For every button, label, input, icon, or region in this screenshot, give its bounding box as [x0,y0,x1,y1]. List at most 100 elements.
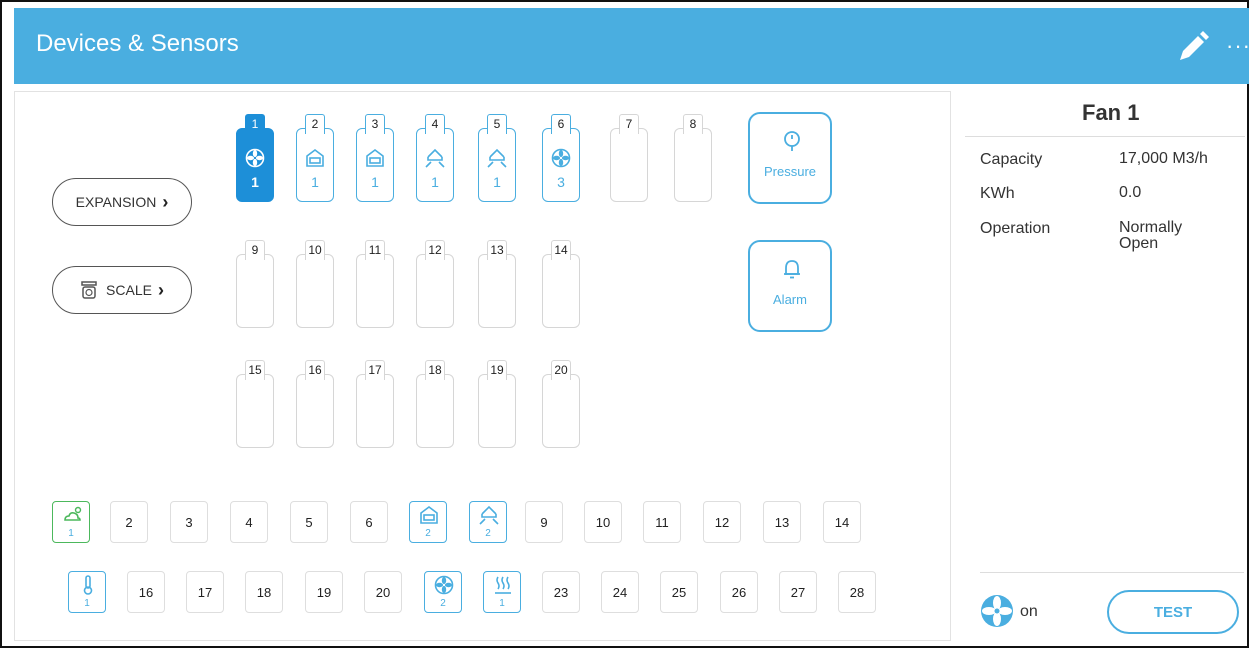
fan-status-icon [981,595,1013,627]
io-box[interactable]: 13 [763,501,801,543]
io-box[interactable]: 9 [525,501,563,543]
io-number: 24 [612,584,628,600]
io-number: 5 [305,514,313,530]
slot-body [356,374,394,448]
io-number: 19 [316,584,332,600]
slot-number: 4 [425,114,445,134]
io-box[interactable]: 27 [779,571,817,613]
slot-body [356,254,394,328]
io-box[interactable]: 25 [660,571,698,613]
device-slot[interactable]: 21 [296,114,334,202]
device-slot[interactable]: 51 [478,114,516,202]
io-number: 9 [540,514,548,530]
io-box[interactable]: 16 [127,571,165,613]
test-button[interactable]: TEST [1107,590,1239,634]
io-number: 18 [256,584,272,600]
expansion-button[interactable]: EXPANSION › [52,178,192,226]
io-box[interactable]: 20 [364,571,402,613]
io-box[interactable]: 28 [838,571,876,613]
io-box[interactable]: 3 [170,501,208,543]
device-slot[interactable]: 63 [542,114,580,202]
io-number: 11 [655,514,669,530]
slot-number: 13 [487,240,507,260]
io-number: 13 [774,514,790,530]
pressure-button[interactable]: Pressure [748,112,832,204]
device-slot[interactable]: 14 [542,240,580,328]
device-slot[interactable]: 10 [296,240,334,328]
device-slot[interactable]: 8 [674,114,712,202]
pressure-gauge-icon [784,131,800,151]
io-box[interactable]: 18 [245,571,283,613]
kwh-key: KWh [980,185,1015,202]
io-number: 4 [245,514,253,530]
slot-number: 18 [425,360,445,380]
inlet-open-icon [306,149,324,167]
io-box[interactable]: 19 [305,571,343,613]
io-box[interactable]: 23 [542,571,580,613]
slot-number: 19 [487,360,507,380]
slot-body [610,128,648,202]
device-slot[interactable]: 12 [416,240,454,328]
slot-number: 12 [425,240,445,260]
device-slot[interactable]: 9 [236,240,274,328]
slot-body [542,254,580,328]
slot-number: 7 [619,114,639,134]
device-slot[interactable]: 17 [356,360,394,448]
io-box[interactable]: 2 [110,501,148,543]
io-box[interactable]: 6 [350,501,388,543]
device-slot[interactable]: 20 [542,360,580,448]
io-box[interactable]: 2 [424,571,462,613]
chevron-right-icon: › [162,191,169,212]
device-slot[interactable]: 41 [416,114,454,202]
slot-body [296,374,334,448]
device-slot[interactable]: 11 [356,240,394,328]
device-title: Fan 1 [1082,100,1140,125]
device-slot[interactable]: 15 [236,360,274,448]
slot-number: 9 [245,240,265,260]
io-box[interactable]: 10 [584,501,622,543]
slot-number: 6 [551,114,571,134]
device-slot[interactable]: 19 [478,360,516,448]
slot-count: 3 [557,174,565,190]
fan-icon [434,575,454,595]
slot-number: 15 [245,360,265,380]
alarm-button[interactable]: Alarm [748,240,832,332]
slot-number: 11 [365,240,385,260]
slot-body [236,254,274,328]
bell-icon [784,260,800,279]
io-number: 20 [375,584,391,600]
more-menu-button[interactable]: ··· [1226,35,1249,57]
pencil-icon[interactable] [1176,30,1210,64]
slot-number: 5 [487,114,507,134]
io-box[interactable]: 1 [483,571,521,613]
capacity-value: 17,000 M3/h [1119,150,1208,167]
device-slot[interactable]: 11 [236,114,274,202]
slot-count: 1 [493,174,501,190]
io-box[interactable]: 1 [52,501,90,543]
slot-number: 14 [551,240,571,260]
device-slot[interactable]: 7 [610,114,648,202]
io-box[interactable]: 17 [186,571,224,613]
io-count: 1 [68,528,74,539]
io-box[interactable]: 1 [68,571,106,613]
io-box[interactable]: 14 [823,501,861,543]
slot-number: 8 [683,114,703,134]
io-box[interactable]: 11 [643,501,681,543]
device-slot[interactable]: 13 [478,240,516,328]
slot-body [674,128,712,202]
device-slot[interactable]: 16 [296,360,334,448]
scale-label: SCALE [106,282,152,298]
io-box[interactable]: 24 [601,571,639,613]
io-box[interactable]: 12 [703,501,741,543]
io-box[interactable]: 4 [230,501,268,543]
slot-count: 1 [311,174,319,190]
scale-button[interactable]: SCALE › [52,266,192,314]
io-box[interactable]: 2 [409,501,447,543]
io-box[interactable]: 2 [469,501,507,543]
device-slot[interactable]: 18 [416,360,454,448]
pressure-label: Pressure [763,164,817,179]
io-box[interactable]: 5 [290,501,328,543]
device-slot[interactable]: 31 [356,114,394,202]
slot-body [542,374,580,448]
io-box[interactable]: 26 [720,571,758,613]
